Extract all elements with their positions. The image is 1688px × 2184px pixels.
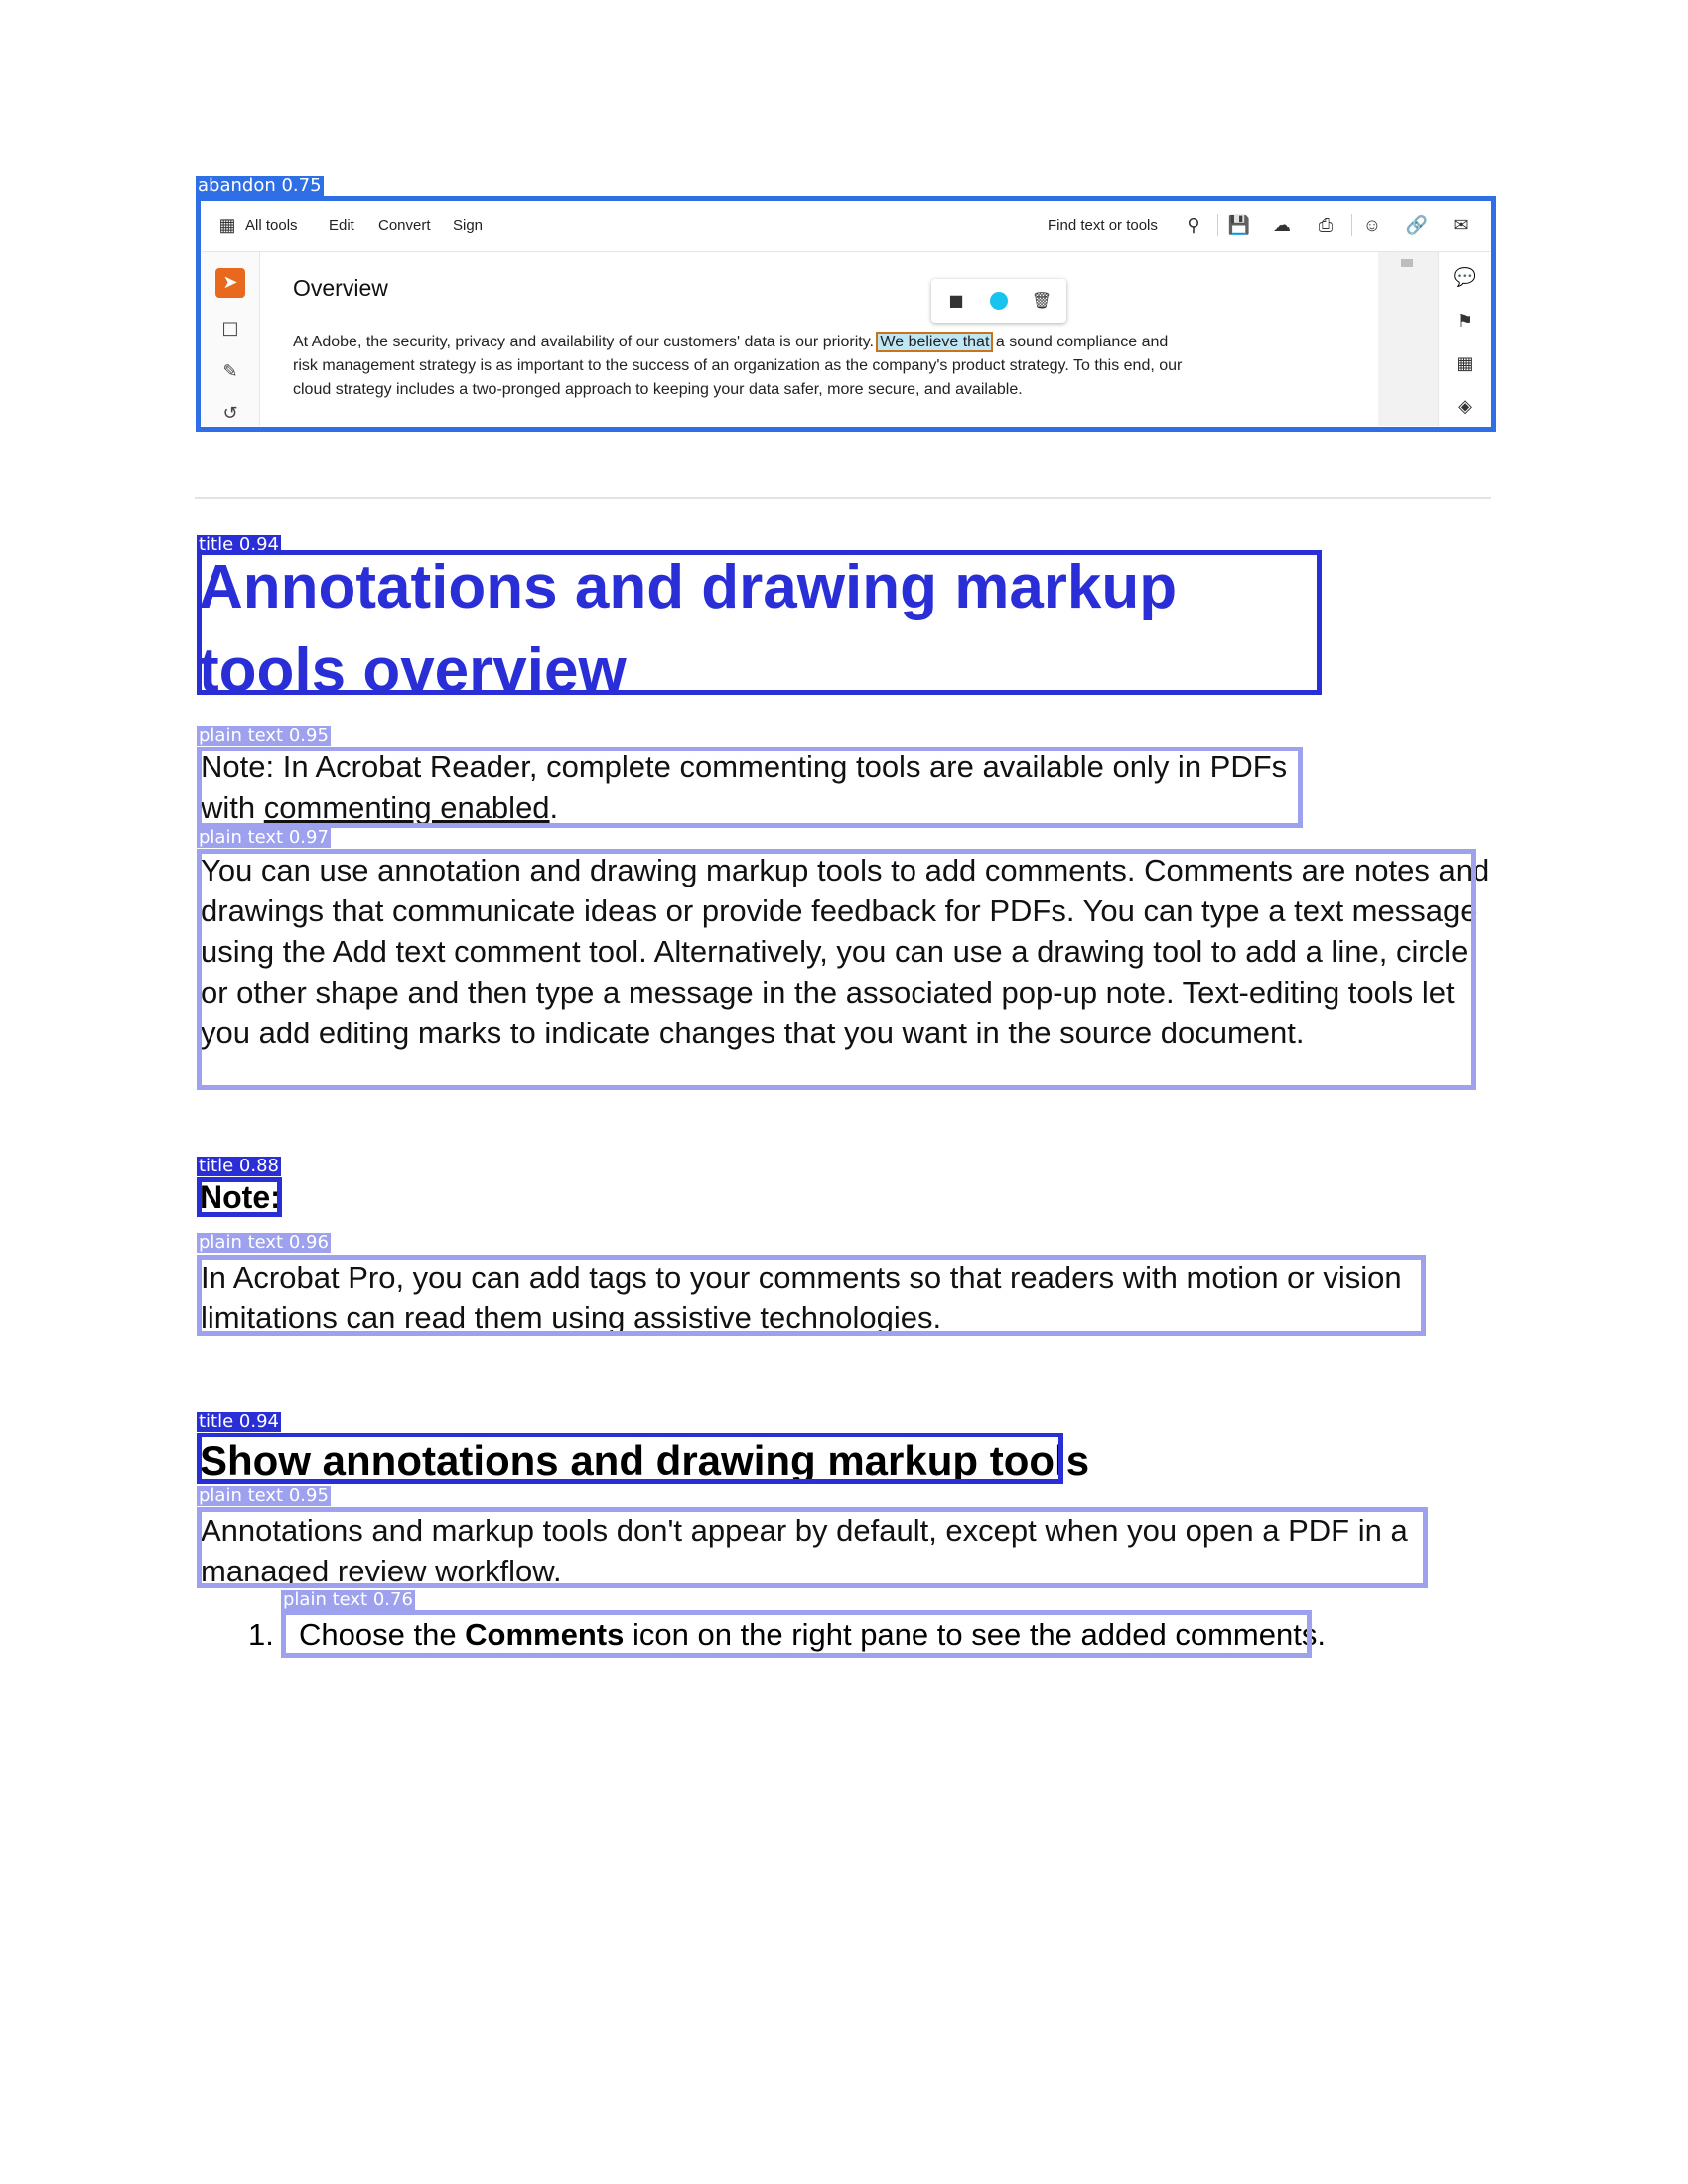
list-number: 1. [248,1617,274,1652]
detection-box [197,747,1303,828]
detection-label: plain text 0.95 [197,725,331,746]
detection-label: abandon 0.75 [196,175,324,196]
detection-label: plain text 0.95 [197,1485,331,1506]
detection-label: title 0.88 [197,1156,281,1176]
detection-box [197,1255,1426,1336]
detection-label: plain text 0.96 [197,1232,331,1253]
detection-box [197,550,1322,695]
detection-label: title 0.94 [197,1411,281,1432]
divider [195,497,1491,499]
detection-box [281,1610,1312,1658]
detection-box [197,1177,282,1217]
detection-label: plain text 0.76 [281,1589,415,1610]
detection-box [197,849,1476,1090]
detection-box [197,1507,1428,1588]
detection-box [197,1433,1063,1484]
detection-box [196,196,1496,432]
detection-label: plain text 0.97 [197,827,331,848]
